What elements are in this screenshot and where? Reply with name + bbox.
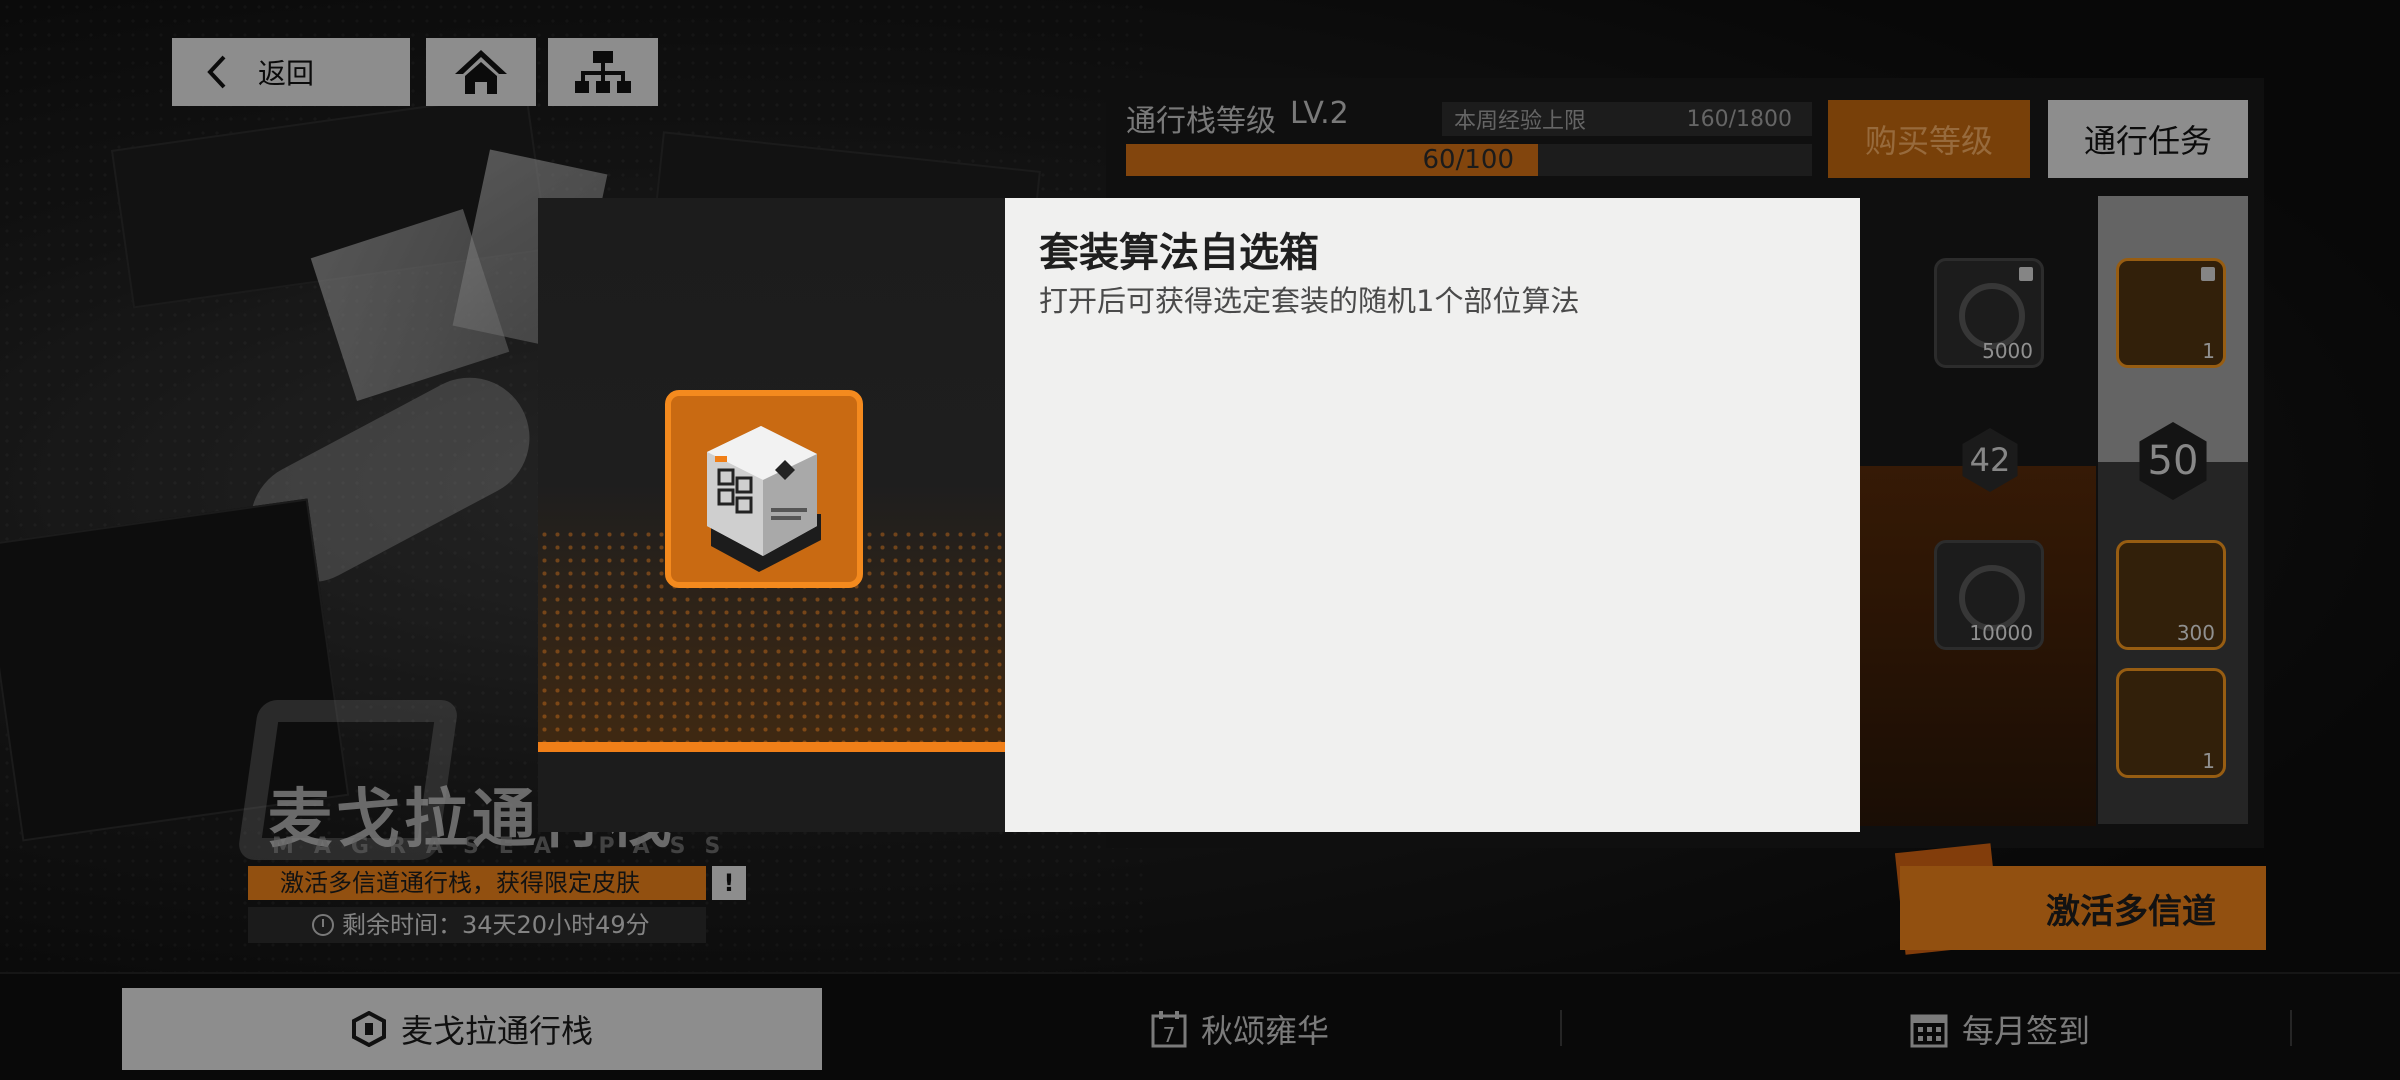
item-info-panel: 套装算法自选箱 打开后可获得选定套装的随机1个部位算法: [1005, 198, 1860, 832]
item-detail-modal: 套装算法自选箱 打开后可获得选定套装的随机1个部位算法: [538, 198, 1860, 832]
preview-accent-stripe: [538, 742, 1005, 752]
algorithm-box-icon: [707, 426, 821, 572]
item-description: 打开后可获得选定套装的随机1个部位算法: [1039, 284, 1580, 318]
item-name: 套装算法自选箱: [1039, 230, 1319, 276]
item-icon-frame: [665, 390, 863, 588]
preview-base: [538, 752, 1005, 832]
item-preview-panel: [538, 198, 1005, 832]
